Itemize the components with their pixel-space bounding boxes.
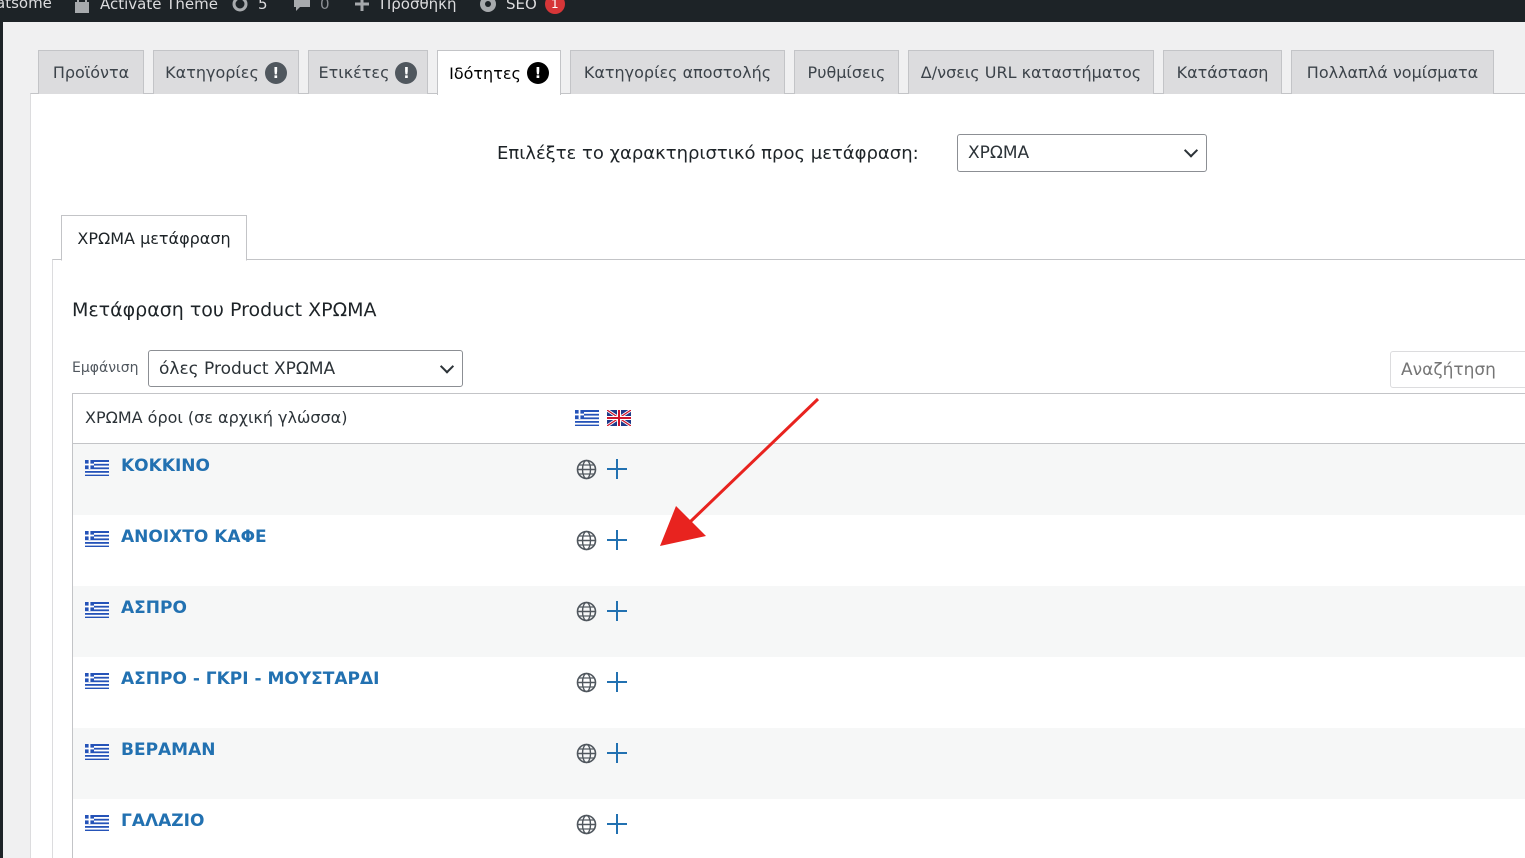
greek-flag-icon: [85, 460, 109, 480]
alert-icon: !: [395, 61, 418, 84]
add-new-link[interactable]: Προσθήκη: [352, 0, 457, 14]
uk-flag-icon: [607, 410, 631, 426]
greek-flag-icon: [575, 410, 599, 426]
globe-icon[interactable]: [576, 530, 597, 555]
tab-categories[interactable]: Κατηγορίες !: [153, 50, 299, 94]
alert-icon: !: [526, 62, 549, 84]
tab-label: Προϊόντα: [52, 63, 130, 82]
table-row: ΒΕΡΑΜΑΝ: [73, 728, 1525, 799]
site-name-link[interactable]: atsome: [0, 0, 52, 12]
table-row: ΓΑΛΑΖΙΟ: [73, 799, 1525, 858]
add-translation-plus-icon[interactable]: [606, 813, 628, 839]
tab-label: Πολλαπλά νομίσματα: [1306, 63, 1479, 82]
language-flags: [575, 410, 631, 426]
term-link[interactable]: ΒΕΡΑΜΑΝ: [121, 740, 216, 760]
chevron-down-icon: [439, 358, 455, 374]
table-header: ΧΡΩΜΑ όροι (σε αρχική γλώσσα): [73, 394, 1525, 444]
seo-label: SEO: [506, 0, 537, 13]
add-translation-plus-icon[interactable]: [606, 742, 628, 768]
greek-flag-icon: [85, 673, 109, 693]
add-translation-plus-icon[interactable]: [606, 458, 628, 484]
table-row: ΑΣΠΡΟ - ΓΚΡΙ - ΜΟΥΣΤΑΡΔΙ: [73, 657, 1525, 728]
tab-store-urls[interactable]: Δ/νσεις URL καταστήματος: [908, 50, 1154, 94]
activate-theme-label: Activate Theme: [100, 0, 218, 13]
term-link[interactable]: ΑΣΠΡΟ - ΓΚΡΙ - ΜΟΥΣΤΑΡΔΙ: [121, 669, 379, 689]
alert-icon: !: [264, 61, 287, 84]
tab-settings[interactable]: Ρυθμίσεις: [794, 50, 899, 94]
globe-icon[interactable]: [576, 672, 597, 697]
greek-flag-icon: [85, 815, 109, 835]
globe-icon[interactable]: [576, 814, 597, 839]
updates-count: 5: [258, 0, 268, 13]
comments-link[interactable]: 0: [292, 0, 330, 14]
search-placeholder: Αναζήτηση: [1401, 359, 1496, 380]
attribute-select-value: ΧΡΩΜΑ: [968, 143, 1030, 163]
tab-label: Ετικέτες: [318, 63, 390, 82]
activate-theme-link[interactable]: Activate Theme: [72, 0, 218, 14]
lock-icon: [75, 0, 89, 13]
add-new-label: Προσθήκη: [380, 0, 457, 13]
add-translation-plus-icon[interactable]: [606, 529, 628, 555]
search-input[interactable]: Αναζήτηση: [1390, 351, 1525, 388]
filter-select-value: όλες Product ΧΡΩΜΑ: [159, 358, 336, 379]
table-row: ΚΟΚΚΙΝΟ: [73, 444, 1525, 515]
greek-flag-icon: [85, 602, 109, 622]
term-link[interactable]: ΚΟΚΚΙΝΟ: [121, 456, 210, 476]
tab-tags[interactable]: Ετικέτες !: [308, 50, 428, 94]
inner-tab-label: ΧΡΩΜΑ μετάφραση: [77, 228, 231, 248]
section-title: Μετάφραση του Product ΧΡΩΜΑ: [72, 299, 377, 321]
seo-menu[interactable]: SEO 1: [478, 0, 565, 14]
attribute-picker-label: Επιλέξτε το χαρακτηριστικό προς μετάφρασ…: [497, 142, 919, 164]
tab-attributes[interactable]: Ιδότητες !: [437, 50, 561, 95]
plus-icon: [355, 0, 369, 11]
tab-label: Ιδότητες: [449, 63, 521, 83]
tab-multi-currency[interactable]: Πολλαπλά νομίσματα: [1291, 50, 1494, 94]
tab-label: Κατηγορίες αποστολής: [583, 63, 772, 82]
tab-shipping-classes[interactable]: Κατηγορίες αποστολής: [570, 50, 785, 94]
greek-flag-icon: [85, 744, 109, 764]
refresh-icon: [232, 0, 248, 12]
tab-status[interactable]: Κατάσταση: [1163, 50, 1282, 94]
globe-icon[interactable]: [576, 743, 597, 768]
term-link[interactable]: ΓΑΛΑΖΙΟ: [121, 811, 204, 831]
tab-label: Κατηγορίες: [165, 63, 259, 82]
seo-gear-icon: [480, 0, 496, 12]
globe-icon[interactable]: [576, 459, 597, 484]
term-link[interactable]: ΑΣΠΡΟ: [121, 598, 187, 618]
site-name-label: atsome: [0, 0, 52, 12]
updates-link[interactable]: 5: [230, 0, 268, 14]
add-translation-plus-icon[interactable]: [606, 671, 628, 697]
table-row: ΑΣΠΡΟ: [73, 586, 1525, 657]
filter-label: Εμφάνιση: [72, 360, 139, 376]
tab-label: Ρυθμίσεις: [807, 63, 886, 82]
globe-icon[interactable]: [576, 601, 597, 626]
filter-select[interactable]: όλες Product ΧΡΩΜΑ: [148, 350, 463, 387]
seo-badge: 1: [544, 0, 565, 14]
tab-color-translation[interactable]: ΧΡΩΜΑ μετάφραση: [61, 215, 247, 261]
table-header-label: ΧΡΩΜΑ όροι (σε αρχική γλώσσα): [85, 408, 348, 427]
greek-flag-icon: [85, 531, 109, 551]
admin-menu-edge: [0, 22, 3, 858]
term-link[interactable]: ΑΝΟΙΧΤΟ ΚΑΦΕ: [121, 527, 267, 547]
table-row: ΑΝΟΙΧΤΟ ΚΑΦΕ: [73, 515, 1525, 586]
attribute-picker-row: Επιλέξτε το χαρακτηριστικό προς μετάφρασ…: [497, 134, 919, 172]
comments-count: 0: [320, 0, 330, 13]
tab-products[interactable]: Προϊόντα: [38, 50, 144, 94]
tab-label: Κατάσταση: [1176, 63, 1269, 82]
admin-bar: atsome Activate Theme 5 0 Προσθήκη SEO 1: [0, 0, 1525, 22]
tab-label: Δ/νσεις URL καταστήματος: [920, 63, 1142, 82]
comment-icon: [294, 0, 310, 11]
add-translation-plus-icon[interactable]: [606, 600, 628, 626]
chevron-down-icon: [1183, 143, 1199, 158]
attribute-select[interactable]: ΧΡΩΜΑ: [957, 134, 1207, 172]
